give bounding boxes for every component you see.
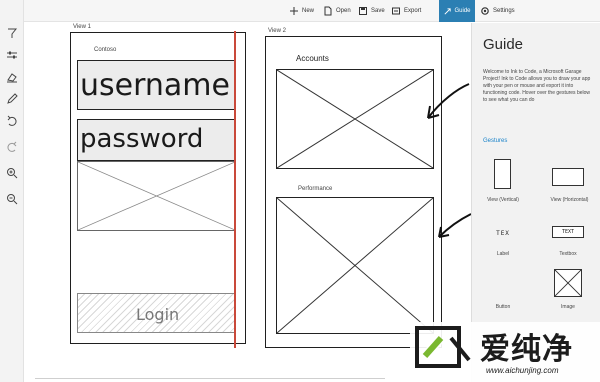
undo-icon[interactable] [3, 112, 21, 130]
performance-label: Performance [298, 186, 333, 192]
view1-image-placeholder[interactable] [77, 161, 236, 231]
open-file-icon [324, 6, 332, 16]
gesture-view-vertical-shape[interactable] [494, 159, 511, 189]
gesture-view-vertical-label: View (Vertical) [487, 197, 519, 203]
gesture-image-label: Image [561, 304, 575, 310]
open-button[interactable]: Open [323, 3, 351, 19]
redo-icon[interactable] [3, 138, 21, 156]
view1-brand: Contoso [94, 47, 117, 53]
save-label: Save [371, 8, 385, 14]
username-text: username [80, 68, 230, 103]
export-label: Export [404, 8, 422, 14]
ink-canvas[interactable]: View 1 Contoso username password Login V… [25, 23, 472, 382]
new-button[interactable]: New [289, 3, 314, 19]
arrow-annotation-icon [427, 83, 470, 119]
gesture-textbox-label: Textbox [559, 251, 577, 257]
gesture-image-shape[interactable] [554, 269, 582, 297]
adjust-icon[interactable] [3, 46, 21, 64]
export-button[interactable]: Export [391, 3, 421, 19]
plus-icon [290, 7, 298, 15]
save-icon [359, 7, 367, 15]
guide-intro: Welcome to Ink to Code, a Microsoft Gara… [483, 69, 591, 103]
new-label: New [302, 8, 315, 14]
arrow-annotation-icon [438, 213, 472, 238]
zoom-in-icon[interactable] [3, 164, 21, 182]
export-icon [392, 7, 400, 15]
gesture-textbox-glyph: TEXT [561, 229, 575, 235]
guide-label: Guide [454, 8, 471, 14]
settings-label: Settings [493, 8, 515, 14]
gesture-button-label: Button [495, 304, 511, 310]
watermark: 爱纯净 www.aichunjing.com [410, 322, 600, 382]
watermark-logo-icon [415, 326, 471, 368]
guide-icon [444, 7, 452, 15]
gesture-label-label: Label [496, 251, 510, 257]
open-label: Open [336, 8, 351, 14]
watermark-url: www.aichunjing.com [486, 366, 559, 375]
gesture-label-glyph[interactable]: TEX [485, 230, 521, 237]
red-guide-line [234, 31, 236, 348]
guide-title: Guide [483, 36, 524, 53]
tool-strip [0, 0, 24, 382]
guide-button[interactable]: Guide [439, 0, 475, 22]
top-toolbar: New Open Save Export Guide Settings [24, 0, 600, 22]
login-text: Login [136, 305, 180, 324]
eraser-icon[interactable] [3, 68, 21, 86]
zoom-out-icon[interactable] [3, 190, 21, 208]
gesture-view-horizontal-shape[interactable] [552, 168, 584, 186]
gear-icon [481, 7, 489, 15]
select-icon[interactable] [3, 24, 21, 42]
view1-label: View 1 [73, 24, 91, 30]
password-text: password [80, 124, 204, 154]
watermark-text: 爱纯净 [480, 332, 573, 367]
performance-image-placeholder[interactable] [276, 197, 434, 334]
gesture-view-horizontal-label: View (Horizontal) [550, 197, 589, 203]
gestures-heading: Gestures [483, 138, 508, 144]
pen-icon[interactable] [3, 90, 21, 108]
accounts-label: Accounts [296, 54, 329, 63]
save-button[interactable]: Save [358, 3, 385, 19]
bottom-scroll-line [35, 378, 385, 379]
view2-label: View 2 [268, 28, 286, 34]
settings-button[interactable]: Settings [480, 3, 515, 19]
accounts-image-placeholder[interactable] [276, 69, 434, 169]
